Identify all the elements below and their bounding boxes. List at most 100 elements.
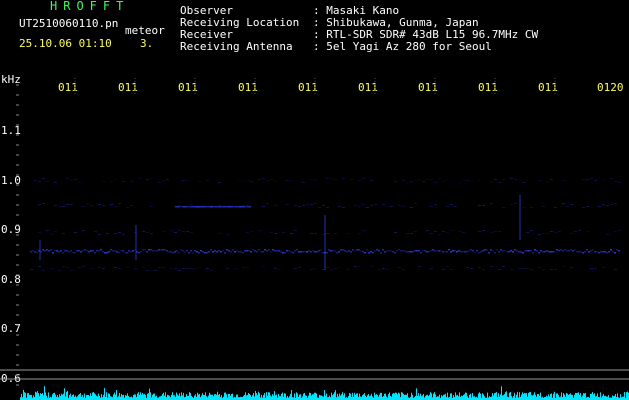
level-bar: [501, 386, 502, 400]
level-bar: [433, 393, 434, 400]
level-bar: [537, 394, 538, 400]
signal-dot: [530, 269, 533, 270]
signal-dot: [414, 231, 417, 232]
signal-dot: [550, 251, 552, 253]
signal-dot: [42, 270, 45, 271]
level-bar: [553, 393, 554, 400]
level-bar: [77, 396, 78, 400]
signal-dot: [122, 250, 124, 252]
signal-dot: [132, 250, 134, 252]
signal-dot: [203, 206, 205, 208]
signal-dot: [146, 232, 149, 233]
signal-dot: [496, 249, 498, 251]
signal-dot: [268, 249, 270, 251]
level-bar: [316, 393, 317, 400]
level-bar: [42, 393, 43, 400]
signal-dot: [602, 180, 605, 181]
level-bar: [511, 395, 512, 400]
level-bar: [620, 394, 621, 400]
signal-dot: [130, 205, 133, 206]
signal-dot: [342, 178, 345, 179]
level-bar: [458, 396, 459, 400]
level-bar: [399, 393, 400, 400]
level-bar: [342, 392, 343, 400]
signal-dot: [204, 252, 206, 254]
signal-dot: [232, 249, 234, 251]
level-bar: [78, 394, 79, 400]
level-bar: [379, 394, 380, 400]
signal-dot: [54, 205, 57, 206]
signal-dot: [264, 249, 266, 251]
level-bar: [429, 394, 430, 400]
level-bar: [326, 393, 327, 400]
signal-dot: [362, 251, 364, 253]
signal-dot: [162, 249, 164, 251]
level-bar: [182, 395, 183, 400]
level-bar: [531, 395, 532, 400]
signal-dot: [452, 250, 454, 252]
level-bar: [110, 396, 111, 400]
level-bar: [27, 393, 28, 400]
signal-dot: [534, 249, 536, 251]
level-bar: [504, 394, 505, 400]
signal-dot: [62, 233, 65, 234]
signal-dot: [394, 181, 397, 182]
signal-dot: [470, 249, 472, 251]
signal-dot: [154, 250, 156, 252]
level-bar: [167, 394, 168, 400]
signal-dot: [314, 180, 317, 181]
signal-dot: [244, 250, 246, 252]
level-bar: [474, 396, 475, 400]
signal-dot: [288, 250, 290, 252]
level-bar: [363, 394, 364, 400]
signal-dot: [170, 268, 173, 269]
level-bar: [306, 395, 307, 400]
signal-dot: [262, 266, 265, 267]
signal-dot: [282, 252, 284, 254]
signal-dot: [552, 251, 554, 253]
signal-dot: [92, 250, 94, 252]
signal-dot: [564, 249, 566, 251]
signal-dot: [322, 205, 325, 206]
level-bar: [55, 394, 56, 400]
signal-dot: [178, 252, 180, 254]
level-bar: [140, 392, 141, 400]
level-bar: [198, 394, 199, 400]
level-bar: [315, 392, 316, 400]
signal-dot: [514, 203, 517, 204]
level-bar: [453, 395, 454, 400]
signal-dot: [34, 180, 37, 181]
signal-dot: [344, 250, 346, 252]
level-bar: [28, 392, 29, 400]
level-bar: [498, 393, 499, 400]
level-bar: [160, 396, 161, 400]
level-bar: [75, 395, 76, 400]
signal-dot: [62, 252, 64, 254]
level-bar: [606, 396, 607, 400]
signal-dot: [398, 267, 401, 268]
signal-dot: [562, 180, 565, 181]
level-bar: [173, 395, 174, 400]
signal-dot: [586, 179, 589, 180]
signal-dot: [586, 249, 588, 251]
level-bar: [282, 392, 283, 400]
signal-dot: [314, 233, 317, 234]
signal-dot: [326, 178, 329, 179]
level-bar: [154, 393, 155, 400]
signal-dot: [212, 251, 214, 253]
signal-dot: [442, 181, 445, 182]
signal-dot: [126, 267, 129, 268]
signal-dot: [42, 249, 44, 251]
signal-dot: [422, 181, 425, 182]
signal-dot: [52, 252, 54, 254]
level-bar: [524, 393, 525, 400]
signal-dot: [394, 252, 396, 254]
signal-dot: [562, 203, 565, 204]
signal-dot: [482, 230, 485, 231]
signal-dot: [442, 251, 444, 253]
signal-dot: [205, 206, 207, 208]
signal-dot: [290, 180, 293, 181]
signal-dot: [478, 252, 480, 254]
level-bar: [407, 393, 408, 400]
level-bar: [285, 393, 286, 400]
